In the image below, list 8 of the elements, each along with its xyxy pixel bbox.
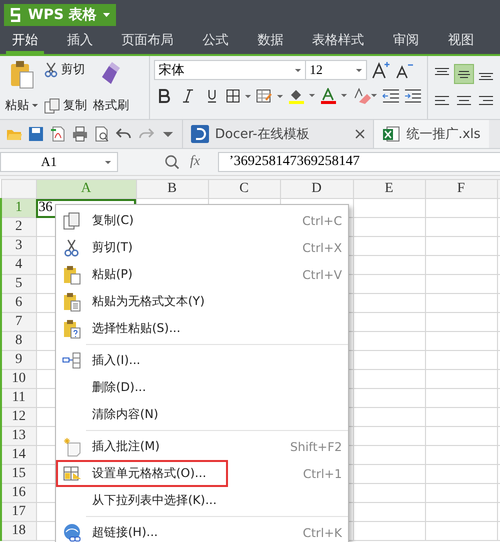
shortcut-label: Ctrl+1 <box>302 466 343 480</box>
shortcut-label: Ctrl+C <box>302 214 342 228</box>
font-size: 12 <box>310 62 323 78</box>
font-name: 宋体 <box>158 61 185 79</box>
shortcut-label: Ctrl+X <box>302 240 342 254</box>
shortcut-label: Ctrl+K <box>302 526 342 540</box>
shortcut-label: Ctrl+V <box>302 268 342 282</box>
shortcut-label: Shift+F2 <box>290 440 342 454</box>
